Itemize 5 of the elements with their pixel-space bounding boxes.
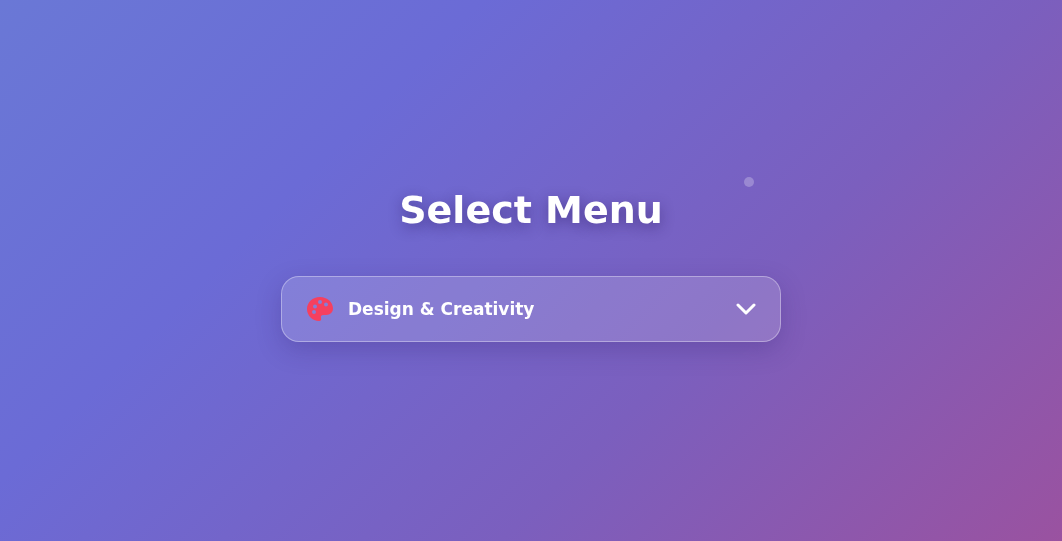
menu-select[interactable]: Design & Creativity [281,276,781,342]
page-title: Select Menu [399,187,663,234]
chevron-icon [736,303,756,315]
particle-dot [744,177,754,187]
palette-icon [306,296,334,322]
